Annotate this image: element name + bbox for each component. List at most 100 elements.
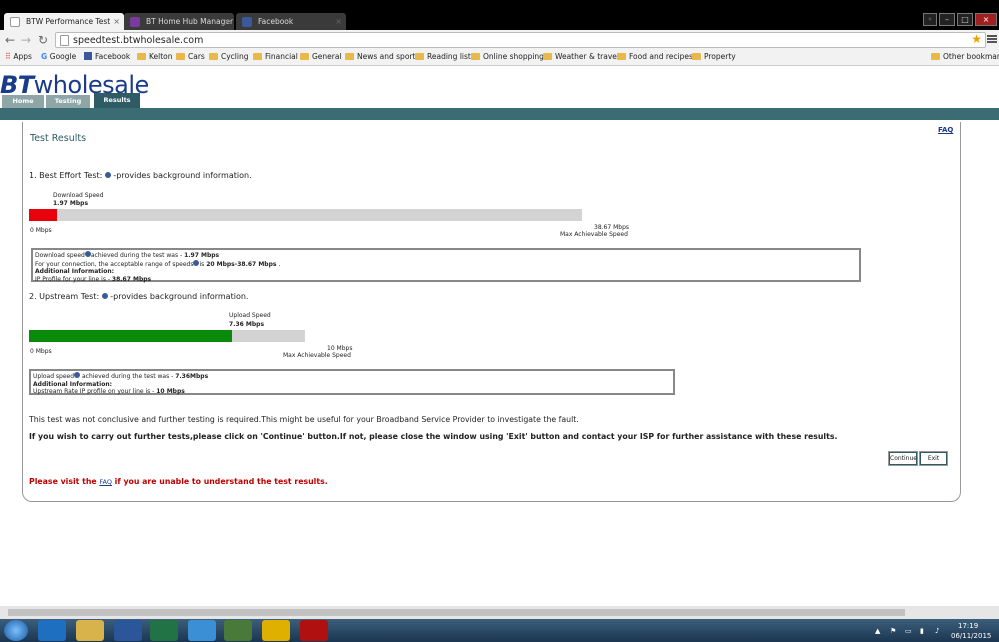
download-speed-bar-track	[29, 209, 582, 221]
bookmark-label: News and sport	[357, 52, 416, 61]
info-icon[interactable]	[104, 172, 111, 178]
upload-speed-label: Upload Speed	[229, 312, 271, 319]
k-app-icon[interactable]	[262, 620, 290, 641]
flag-icon[interactable]: ⚑	[890, 627, 896, 635]
bookmark-cycling[interactable]: Cycling	[209, 50, 248, 64]
faq-link-top[interactable]: FAQ	[938, 126, 953, 134]
folder-icon	[543, 53, 552, 60]
browser-toolbar: ← → ↻ speedtest.btwholesale.com ★	[0, 30, 999, 50]
bookmark-label: Food and recipes	[629, 52, 693, 61]
bookmark-apps[interactable]: ⠿ Apps	[5, 50, 32, 64]
bookmark-label: Reading list	[427, 52, 471, 61]
bookmark-google[interactable]: G Google	[41, 50, 76, 64]
download-speed-bar-fill	[29, 209, 58, 221]
internet-explorer-icon[interactable]	[188, 620, 216, 641]
close-icon[interactable]: ×	[223, 13, 230, 30]
bookmark-label: Property	[704, 52, 736, 61]
nav-results[interactable]: Results	[94, 93, 140, 108]
upload-heading-text: 2. Upstream Test:	[29, 292, 100, 301]
bookmark-reading-list[interactable]: Reading list	[415, 50, 471, 64]
exit-button[interactable]: Exit	[919, 451, 948, 466]
bookmark-food-recipes[interactable]: Food and recipes	[617, 50, 693, 64]
folder-icon	[176, 53, 185, 60]
word-icon[interactable]	[114, 620, 142, 641]
close-icon[interactable]: ×	[335, 13, 342, 30]
info-value: 7.36Mbps	[175, 373, 209, 380]
continue-button[interactable]: Continue	[888, 451, 918, 466]
header-bar	[0, 108, 999, 120]
outlook-icon[interactable]	[38, 620, 66, 641]
download-info-text: Download speed achieved during the test w…	[35, 251, 280, 283]
maximize-button[interactable]: □	[957, 13, 973, 26]
bookmark-label: Kelton	[149, 52, 173, 61]
url-text[interactable]: speedtest.btwholesale.com	[73, 33, 203, 48]
upload-speed-bar-fill	[29, 330, 233, 342]
bookmark-cars[interactable]: Cars	[176, 50, 205, 64]
acrobat-icon[interactable]	[300, 620, 328, 641]
display-icon[interactable]: ▭	[905, 627, 912, 635]
tab-facebook[interactable]: Facebook ×	[236, 13, 346, 30]
bookmark-other[interactable]: Other bookmarks	[931, 50, 999, 64]
excel-icon[interactable]	[150, 620, 178, 641]
download-speed-label: Download Speed	[53, 192, 104, 199]
info-icon[interactable]	[101, 293, 108, 299]
bookmark-general[interactable]: General	[300, 50, 342, 64]
bookmark-label: Google	[49, 52, 77, 61]
volume-icon[interactable]: ♪	[935, 627, 939, 635]
folder-icon	[300, 53, 309, 60]
info-text: Upload speed	[33, 373, 75, 380]
info-text: Upstream Rate IP profile on your line is…	[33, 388, 157, 395]
upload-max-label: 10 Mbps	[327, 345, 353, 352]
bookmark-label: Cycling	[221, 52, 249, 61]
tray-arrow-icon[interactable]: ▲	[875, 627, 880, 635]
chrome-icon[interactable]	[224, 620, 252, 641]
upload-speed-value: 7.36 Mbps	[229, 321, 265, 328]
download-info-box: Download speed achieved during the test w…	[31, 248, 861, 283]
bookmark-facebook[interactable]: Facebook	[84, 50, 130, 64]
close-icon[interactable]: ×	[113, 13, 120, 30]
faq-link[interactable]: FAQ	[99, 478, 112, 486]
info-value: 10 Mbps	[156, 388, 185, 395]
close-window-button[interactable]: ×	[975, 13, 997, 26]
download-speed-value: 1.97 Mbps	[53, 200, 89, 207]
page-icon	[60, 35, 69, 46]
info-text: IP Profile for your line is -	[35, 275, 112, 283]
info-text: .	[276, 260, 281, 268]
upload-max-caption: Max Achievable Speed	[283, 352, 351, 359]
tab-btw-performance[interactable]: BTW Performance Test ×	[4, 13, 124, 31]
profile-button[interactable]: ◦	[923, 13, 937, 26]
folder-icon	[137, 53, 146, 60]
info-value: 38.67 Mbps	[111, 275, 152, 283]
minimize-button[interactable]: –	[939, 13, 955, 26]
clock-date[interactable]: 06/11/2015	[951, 632, 991, 640]
file-explorer-icon[interactable]	[76, 620, 104, 641]
start-button[interactable]	[4, 620, 28, 641]
tab-title: Facebook	[258, 17, 294, 26]
folder-icon	[209, 53, 218, 60]
folder-icon	[471, 53, 480, 60]
tab-title: BTW Performance Test	[26, 17, 111, 26]
nav-testing[interactable]: Testing	[46, 95, 90, 108]
forward-icon[interactable]: →	[21, 32, 31, 48]
bookmark-financial[interactable]: Financial	[253, 50, 298, 64]
bookmark-weather-travel[interactable]: Weather & travel	[543, 50, 619, 64]
bt-icon	[130, 17, 140, 27]
network-icon[interactable]: ▮	[920, 627, 924, 635]
clock-time[interactable]: 17:19	[958, 622, 978, 630]
bookmark-property[interactable]: Property	[692, 50, 736, 64]
download-max-caption: Max Achievable Speed	[560, 231, 628, 238]
scrollbar-thumb[interactable]	[8, 609, 905, 616]
star-icon[interactable]: ★	[971, 32, 982, 46]
bookmark-online-shopping[interactable]: Online shopping	[471, 50, 544, 64]
bookmark-news-and-sport[interactable]: News and sport	[345, 50, 415, 64]
back-icon[interactable]: ←	[5, 32, 15, 48]
bookmark-kelton[interactable]: Kelton	[137, 50, 173, 64]
address-bar[interactable]: speedtest.btwholesale.com ★	[55, 32, 986, 48]
tab-bt-home-hub[interactable]: BT Home Hub Manager - ×	[124, 13, 234, 30]
page-icon	[10, 17, 20, 27]
reload-icon[interactable]: ↻	[38, 32, 48, 48]
browser-tabstrip: BTW Performance Test × BT Home Hub Manag…	[0, 0, 999, 31]
bookmark-label: General	[312, 52, 342, 61]
menu-icon[interactable]	[987, 34, 997, 46]
nav-home[interactable]: Home	[2, 95, 44, 108]
